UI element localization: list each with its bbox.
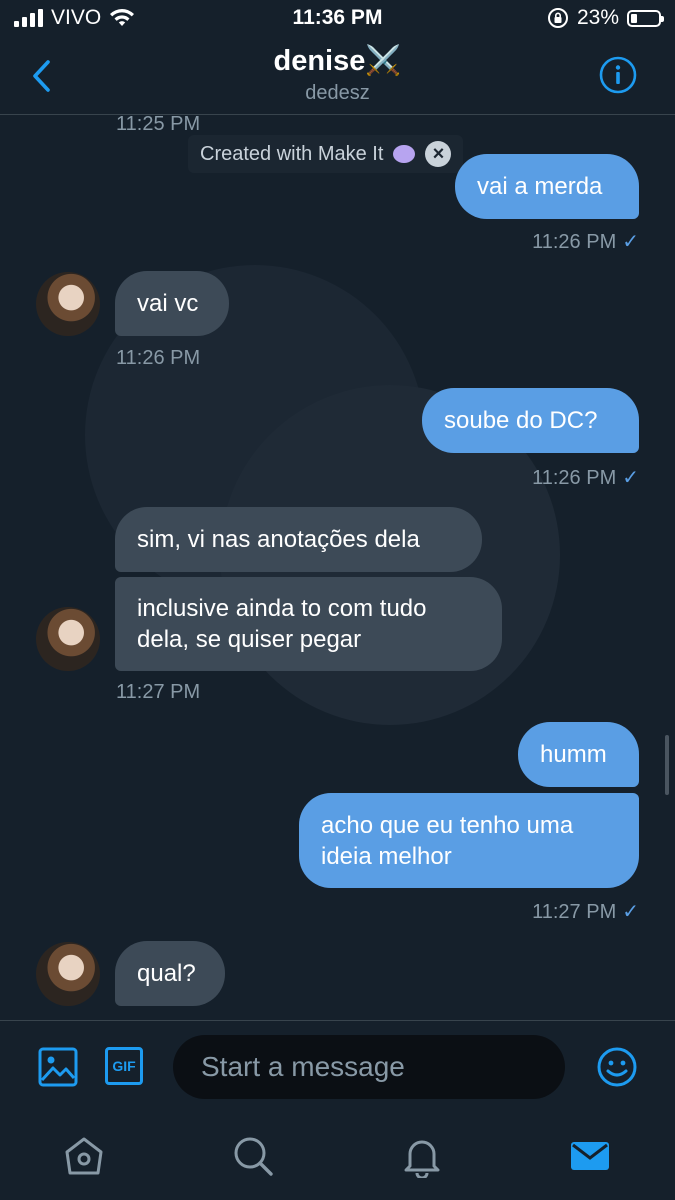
conversation-title[interactable]: denise⚔️: [0, 44, 675, 78]
overlay-text: Created with Make It: [200, 142, 384, 165]
message-text-line: ideia melhor: [321, 842, 452, 870]
message-time: 11:27 PM ✓: [532, 901, 639, 923]
message-text-line: acho que eu tenho uma: [321, 811, 574, 839]
battery-fill: [631, 13, 637, 23]
battery-percent: 23%: [576, 6, 619, 29]
outgoing-message[interactable]: soube do DC?: [422, 388, 639, 453]
status-bar: VIVO 11:36 PM 23%: [0, 0, 675, 38]
conversation-handle[interactable]: dedesz: [0, 82, 675, 105]
bell-icon[interactable]: [400, 1134, 444, 1178]
gif-icon[interactable]: GIF: [105, 1047, 143, 1085]
message-time: 11:25 PM: [116, 115, 201, 135]
message-text-line: dela, se quiser pegar: [137, 626, 362, 653]
message-time: 11:27 PM: [116, 681, 201, 703]
message-input-container[interactable]: [173, 1035, 565, 1099]
incoming-message[interactable]: inclusive ainda to com tudo dela, se qui…: [115, 577, 502, 671]
message-text: qual?: [137, 960, 196, 987]
avatar[interactable]: [36, 942, 100, 1006]
mail-icon[interactable]: [568, 1134, 612, 1178]
read-check-icon: ✓: [622, 467, 639, 489]
read-check-icon: ✓: [622, 231, 639, 253]
info-icon[interactable]: [599, 56, 637, 94]
message-time: 11:26 PM ✓: [532, 467, 639, 489]
message-text: humm: [540, 741, 607, 768]
avatar[interactable]: [36, 607, 100, 671]
message-time: 11:26 PM ✓: [532, 231, 639, 253]
chat-bubble-icon: [393, 145, 416, 163]
message-input[interactable]: [173, 1035, 565, 1099]
message-text: vai vc: [137, 290, 199, 317]
message-text: soube do DC?: [444, 407, 598, 434]
emoji-icon[interactable]: [596, 1046, 638, 1088]
outgoing-message[interactable]: acho que eu tenho uma ideia melhor: [299, 793, 639, 888]
rotation-lock-icon: [547, 8, 568, 28]
scrollbar[interactable]: [665, 735, 669, 795]
close-icon[interactable]: ×: [425, 141, 452, 167]
conversation-header: denise⚔️ dedesz: [0, 38, 675, 115]
message-text-line: inclusive ainda to com tudo: [137, 595, 427, 622]
outgoing-message[interactable]: humm: [518, 722, 639, 787]
message-thread[interactable]: 11:25 PM Created with Make It × vai a me…: [0, 115, 675, 1020]
avatar[interactable]: [36, 272, 100, 336]
make-it-overlay: Created with Make It ×: [188, 135, 464, 173]
incoming-message[interactable]: sim, vi nas anotações dela: [115, 507, 482, 572]
home-icon[interactable]: [62, 1134, 106, 1178]
incoming-message[interactable]: vai vc: [115, 271, 229, 336]
message-text: sim, vi nas anotações dela: [137, 526, 420, 553]
read-check-icon: ✓: [622, 901, 639, 923]
search-icon[interactable]: [231, 1134, 275, 1178]
outgoing-message[interactable]: vai a merda: [455, 154, 639, 219]
incoming-message[interactable]: qual?: [115, 941, 225, 1006]
message-time: 11:26 PM: [116, 347, 201, 369]
message-text: vai a merda: [477, 173, 603, 200]
battery-icon: [627, 9, 664, 27]
image-icon[interactable]: [38, 1047, 78, 1087]
message-composer: GIF: [0, 1020, 675, 1117]
bottom-tab-bar: [0, 1116, 675, 1200]
